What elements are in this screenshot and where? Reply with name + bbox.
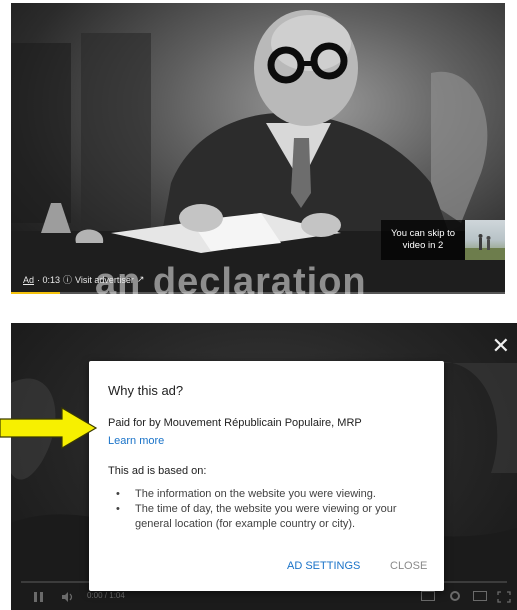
- ad-progress-fill: [11, 292, 61, 294]
- ad-settings-button[interactable]: AD SETTINGS: [287, 560, 360, 572]
- skip-ad-box[interactable]: You can skip to video in 2: [381, 220, 505, 260]
- video-time: 0:00 / 1:04: [87, 591, 125, 600]
- ad-countdown: · 0:13: [37, 274, 61, 285]
- reasons-list: • The information on the website you were…: [111, 487, 431, 532]
- skip-countdown-text: You can skip to video in 2: [390, 228, 456, 251]
- bullet-icon: •: [116, 488, 120, 500]
- gear-icon[interactable]: [448, 589, 462, 603]
- learn-more-link[interactable]: Learn more: [108, 435, 164, 447]
- list-item: • The time of day, the website you were v…: [116, 503, 397, 530]
- why-this-ad-dialog: Why this ad? Paid for by Mouvement Répub…: [89, 361, 444, 591]
- captions-icon[interactable]: [421, 591, 435, 601]
- theater-mode-icon[interactable]: [473, 591, 487, 601]
- list-item: • The information on the website you were…: [116, 488, 376, 500]
- ad-label[interactable]: Ad: [23, 275, 34, 285]
- bullet-icon: •: [116, 503, 120, 515]
- thumbnail-figures-icon: [465, 234, 505, 260]
- yellow-arrow-icon: [0, 406, 98, 450]
- based-on-heading: This ad is based on:: [108, 465, 207, 477]
- fullscreen-icon[interactable]: [497, 591, 511, 603]
- close-icon[interactable]: ✕: [492, 335, 510, 357]
- next-video-thumbnail[interactable]: [465, 220, 505, 260]
- external-link-icon[interactable]: ↗: [137, 274, 145, 285]
- dialog-title: Why this ad?: [108, 383, 184, 398]
- visit-advertiser-link[interactable]: Visit advertiser: [75, 275, 134, 285]
- paid-for-text: Paid for by Mouvement Républicain Popula…: [108, 417, 362, 429]
- pause-icon[interactable]: [33, 591, 45, 603]
- ad-progress-bar[interactable]: [11, 292, 505, 294]
- ad-info-bar: Ad · 0:13 ⓘ Visit advertiser ↗: [23, 273, 144, 286]
- video-player-top[interactable]: an declaration Ad · 0:13 ⓘ Visit adverti…: [11, 3, 505, 294]
- close-button[interactable]: CLOSE: [390, 560, 427, 572]
- info-icon[interactable]: ⓘ: [63, 273, 72, 286]
- volume-icon[interactable]: [61, 591, 75, 603]
